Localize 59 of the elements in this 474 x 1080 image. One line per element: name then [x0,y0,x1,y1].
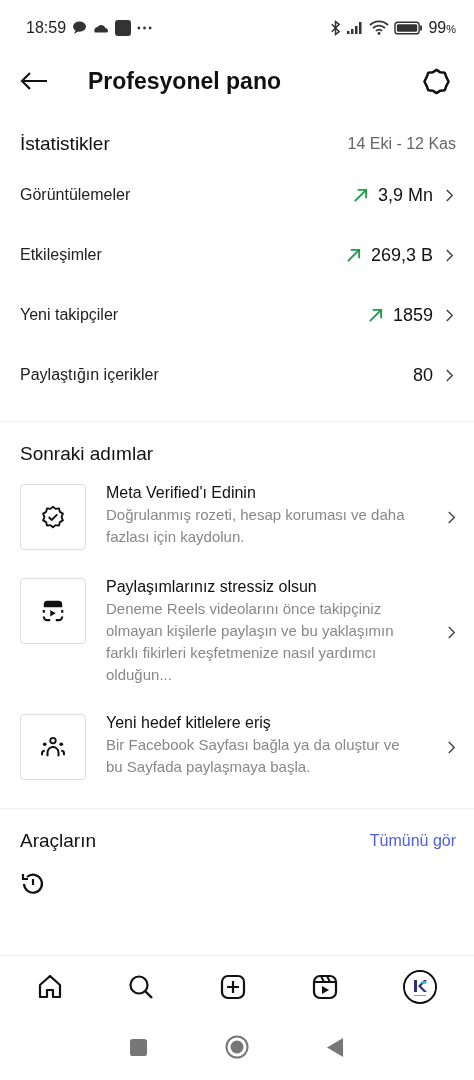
recents-button[interactable] [130,1038,147,1056]
page-title: Profesyonel pano [88,67,282,95]
stat-value: 269,3 B [370,244,433,266]
reels-icon [311,974,338,1000]
chevron-right-icon [445,187,454,203]
date-range: 14 Eki - 12 Kas [347,135,456,153]
verified-badge-icon [41,505,65,529]
suggestion-description: Bir Facebook Sayfası bağla ya da oluştur ve bu Sayfada paylaşmaya başla. [106,735,401,777]
section-title: İstatistikler [20,133,111,155]
bluetooth-icon [330,19,342,36]
suggestion-description: Doğrulanmış rozeti, hesap koruması ve daha fazlası için kaydolun. [106,505,406,547]
chevron-right-icon [447,624,456,640]
battery-icon [394,20,424,35]
section-title: Sonraki adımlar [19,442,155,466]
suggestion-item[interactable]: Meta Verified'ı Edinin Doğrulanmış rozeti, hesap koruması ve daha fazlası için kaydolun. [0,470,474,564]
home-button[interactable] [225,1035,249,1059]
stat-label: Görüntülemeler [20,186,132,204]
stat-value: 3,9 Mn [377,184,433,206]
stat-label: Paylaştığın içerikler [20,366,160,384]
see-all-link[interactable]: Tümünü gör [369,832,456,850]
reels-icon [41,599,65,623]
circle-icon [225,1035,249,1059]
back-arrow-icon [20,71,48,91]
signal-icon [346,21,365,34]
stat-label: Etkileşimler [20,246,103,264]
stat-row[interactable]: Etkileşimler 269,3 B [0,225,474,285]
suggestion-description: Deneme Reels videolarını önce takipçiniz olmayan kişilerle paylaşın ve bu yaklaşımın farklı fikirleri keşfetmenize nasıl yardımcı olduğun... [106,599,395,685]
people-icon [40,736,66,758]
wifi-icon [369,20,390,35]
history-icon [20,871,46,897]
search-icon [128,974,155,1000]
suggestion-item[interactable]: Paylaşımlarınız stressiz olsun Deneme Reels videolarını önce takipçiniz olmayan kişilerle paylaşın ve bu yaklaşımın farklı fikirleri keşfetmenize nasıl yardımcı olduğun... [0,564,474,700]
stat-row[interactable]: Paylaştığın içerikler 80 [0,345,474,405]
chat-icon [72,21,88,34]
suggestion-item[interactable]: Yeni hedef kitlelere eriş Bir Facebook Sayfası bağla ya da oluştur ve bu Sayfada paylaşmaya başla. [0,700,474,794]
square-icon [130,1038,147,1056]
app-icon [115,19,132,36]
cloud-icon [93,22,110,33]
chevron-right-icon [445,307,454,323]
stat-value: 1859 [392,304,433,326]
suggestion-title: Meta Verified'ı Edinin [106,484,257,502]
settings-icon [423,67,450,95]
home-icon [36,974,63,1000]
chevron-right-icon [447,739,456,755]
stat-value: 80 [412,364,433,386]
battery-percentage: 99% [428,18,456,37]
more-icon [137,25,153,30]
section-title: Araçların [20,830,98,852]
triangle-icon [327,1037,344,1057]
chevron-right-icon [445,247,454,263]
chevron-right-icon [447,509,456,525]
suggestion-title: Paylaşımlarınız stressiz olsun [106,578,318,596]
stat-row[interactable]: Yeni takipçiler 1859 [0,285,474,345]
add-icon [220,974,246,1000]
clock-time: 18:59 [26,18,67,37]
suggestion-title: Yeni hedef kitlelere eriş [106,714,272,732]
stat-label: Yeni takipçiler [20,306,120,324]
stat-row[interactable]: Görüntülemeler 3,9 Mn [0,165,474,225]
chevron-right-icon [445,367,454,383]
